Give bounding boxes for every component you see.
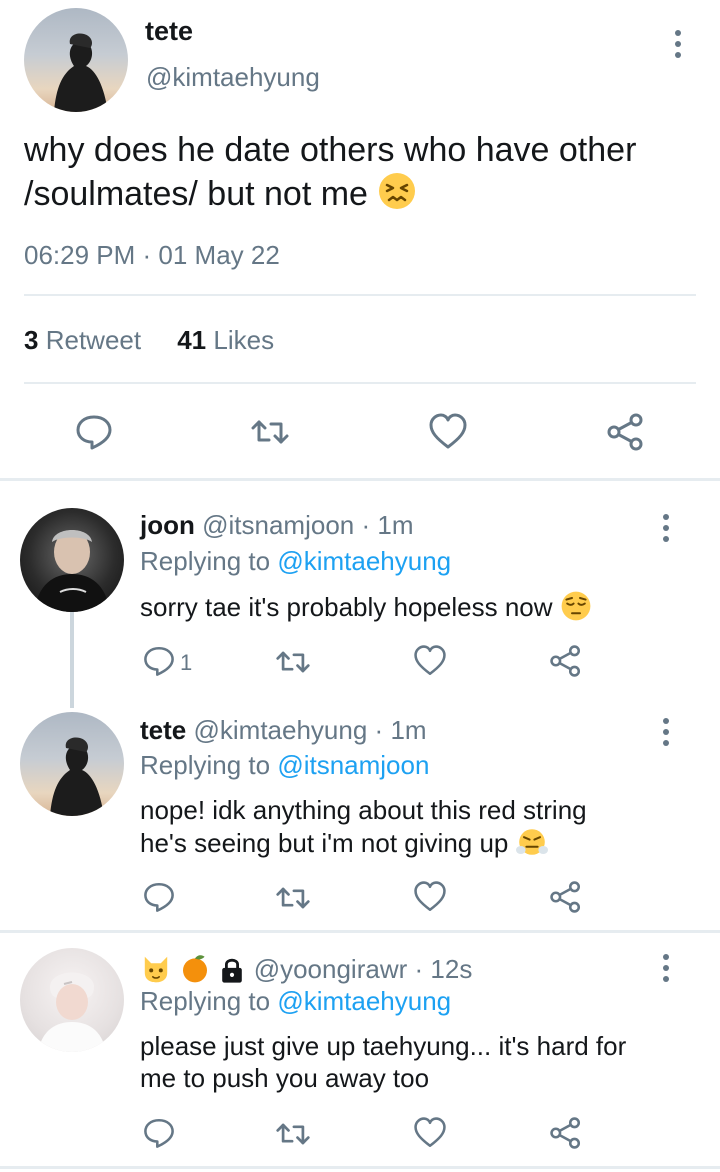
more-options-icon[interactable] <box>661 718 671 746</box>
confounded-face-emoji <box>379 173 416 209</box>
pensive-face-emoji <box>561 591 591 621</box>
reply-time: 1m <box>377 510 414 540</box>
reply-body-line: please just give up taehyung... it's har… <box>140 1031 627 1061</box>
thread-line <box>70 612 74 708</box>
reply-icon[interactable] <box>142 644 176 678</box>
reply-author-handle[interactable]: @itsnamjoon <box>202 510 354 540</box>
like-icon[interactable] <box>413 880 447 914</box>
reply-body: sorry tae it's probably hopeless now <box>140 592 553 622</box>
lock-icon <box>222 958 243 983</box>
reply-text: sorry tae it's probably hopeless now <box>140 590 592 623</box>
retweet-count: 3 <box>24 325 39 355</box>
reply-body-line: me to push you away too <box>140 1063 430 1093</box>
tweet-text: why does he date others who have other /… <box>24 130 644 215</box>
replying-to: Replying to @kimtaehyung <box>140 986 451 1017</box>
reply-time: 1m <box>390 715 427 745</box>
reply-author-handle[interactable]: @kimtaehyung <box>193 715 367 745</box>
face-with-steam-emoji <box>515 829 548 855</box>
reply-icon[interactable] <box>74 412 114 452</box>
mention-link[interactable]: @kimtaehyung <box>277 546 451 576</box>
person-silhouette <box>54 33 108 112</box>
divider <box>24 382 696 384</box>
retweet-icon[interactable] <box>275 1116 311 1152</box>
likes-count: 41 <box>177 325 207 355</box>
share-icon[interactable] <box>549 880 583 914</box>
retweet-label: Retweet <box>45 325 142 355</box>
share-icon[interactable] <box>606 412 646 452</box>
more-options-icon[interactable] <box>661 514 671 542</box>
replying-label: Replying to <box>140 986 271 1016</box>
dot-separator: · <box>414 954 424 984</box>
reply-body-line: he's seeing but i'm not giving up <box>140 828 509 858</box>
person-silhouette <box>50 737 104 816</box>
like-icon[interactable] <box>413 644 447 678</box>
reply-count: 1 <box>180 650 193 675</box>
more-options-icon[interactable] <box>661 954 671 982</box>
reply-header: tete @kimtaehyung · 1m <box>140 715 427 746</box>
reply-icon[interactable] <box>142 1116 176 1150</box>
avatar[interactable] <box>20 712 124 816</box>
replying-to: Replying to @itsnamjoon <box>140 750 429 781</box>
more-options-icon[interactable] <box>673 30 683 58</box>
tangerine-emoji <box>183 955 208 983</box>
reply-text: nope! idk anything about this red string… <box>140 794 700 859</box>
retweet-icon[interactable] <box>250 412 290 452</box>
person-silhouette <box>38 972 106 1052</box>
likes-stat[interactable]: 41 Likes <box>177 325 274 355</box>
avatar[interactable] <box>24 8 128 112</box>
divider <box>24 294 696 296</box>
tweet-body: why does he date others who have other /… <box>24 131 637 213</box>
replying-label: Replying to <box>140 750 271 780</box>
reply-header: joon @itsnamjoon · 1m <box>140 510 414 541</box>
author-name[interactable]: tete <box>145 16 193 47</box>
retweet-icon[interactable] <box>275 880 311 916</box>
section-divider <box>0 478 720 481</box>
avatar[interactable] <box>20 508 124 612</box>
reply-author-name[interactable]: tete <box>140 715 186 745</box>
reply-text: please just give up taehyung... it's har… <box>140 1030 700 1094</box>
reply-body-line: nope! idk anything about this red string <box>140 795 587 825</box>
share-icon[interactable] <box>549 1116 583 1150</box>
reply-header: @yoongirawr · 12s <box>140 952 472 985</box>
retweet-stat[interactable]: 3 Retweet <box>24 325 141 355</box>
engagement-stats: 3 Retweet 41 Likes <box>24 325 274 356</box>
avatar[interactable] <box>20 948 124 1052</box>
author-handle[interactable]: @kimtaehyung <box>146 62 320 93</box>
replying-to: Replying to @kimtaehyung <box>140 546 451 577</box>
reply-time: 12s <box>430 954 473 984</box>
reply-author-name[interactable]: joon <box>140 510 195 540</box>
reply-body-line-2: he's seeing but i'm not giving up <box>140 826 700 859</box>
dot-separator: · <box>361 510 371 540</box>
likes-label: Likes <box>213 325 275 355</box>
share-icon[interactable] <box>549 644 583 678</box>
cat-face-emoji <box>144 956 168 983</box>
like-icon[interactable] <box>413 1116 447 1150</box>
like-icon[interactable] <box>428 412 468 452</box>
dot-separator: · <box>374 715 384 745</box>
mention-link[interactable]: @kimtaehyung <box>277 986 451 1016</box>
reply-icon[interactable] <box>142 880 176 914</box>
timestamp: 06:29 PM · 01 May 22 <box>24 240 280 270</box>
replying-label: Replying to <box>140 546 271 576</box>
reply-author-handle[interactable]: @yoongirawr <box>254 954 408 984</box>
person-silhouette <box>34 530 110 612</box>
section-divider <box>0 930 720 933</box>
section-divider <box>0 1166 720 1169</box>
mention-link[interactable]: @itsnamjoon <box>277 750 429 780</box>
retweet-icon[interactable] <box>275 644 311 680</box>
